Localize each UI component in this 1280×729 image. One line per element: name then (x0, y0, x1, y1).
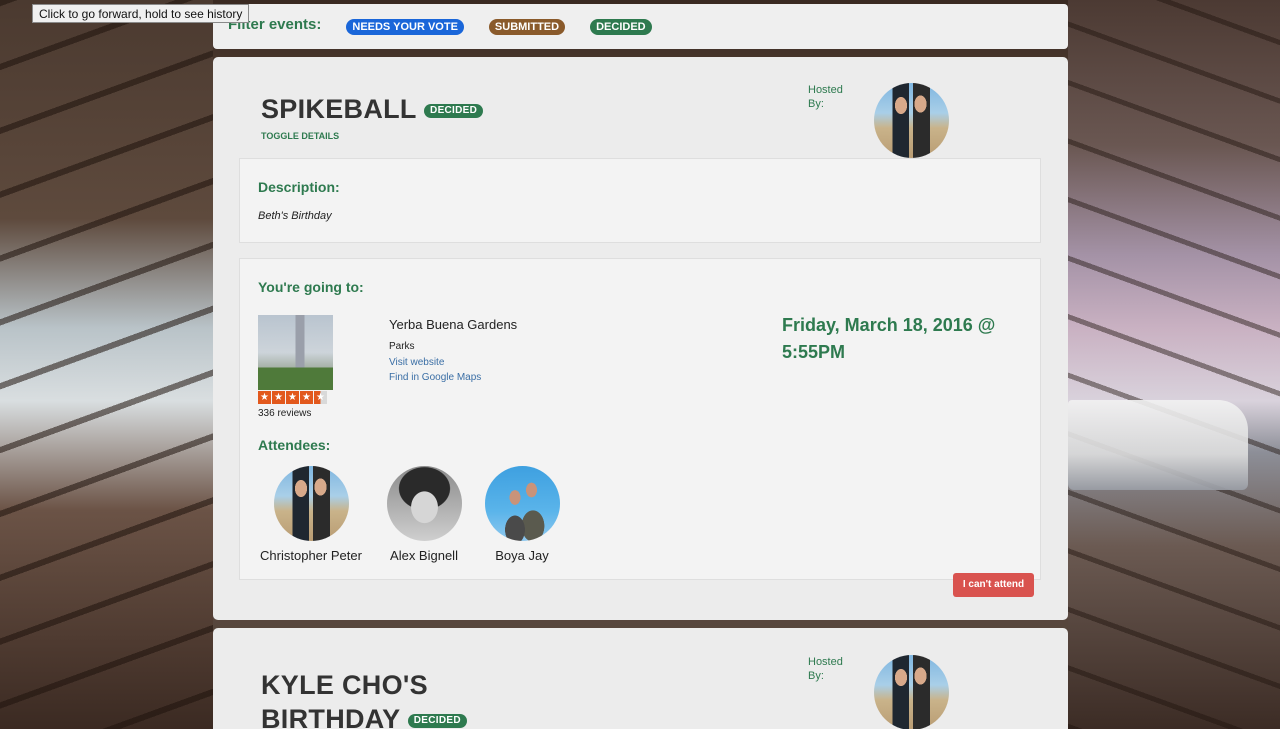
attendee-avatar[interactable] (274, 466, 349, 541)
star-icon: ★ (272, 391, 285, 404)
venue-category: Parks (389, 341, 415, 352)
background-ferry (1068, 400, 1248, 490)
going-heading: You're going to: (258, 279, 364, 295)
filter-bar: Filter events: NEEDS YOUR VOTE SUBMITTED… (213, 4, 1068, 49)
background-left-scene (0, 0, 213, 729)
description-heading: Description: (258, 179, 340, 195)
event-card: KYLE CHO'S BIRTHDAY DECIDED Hosted By: (213, 628, 1068, 729)
host-avatar[interactable] (874, 655, 949, 729)
half-star-icon: ★ (314, 391, 327, 404)
attendee-avatar[interactable] (485, 466, 560, 541)
review-count: 336 reviews (258, 408, 312, 419)
browser-tooltip: Click to go forward, hold to see history (32, 4, 250, 23)
venue-photo[interactable] (258, 315, 333, 390)
google-maps-link[interactable]: Find in Google Maps (389, 372, 481, 383)
star-icon: ★ (300, 391, 313, 404)
filter-decided-pill[interactable]: DECIDED (590, 18, 652, 35)
event-title: KYLE CHO'S BIRTHDAY DECIDED (261, 668, 467, 729)
status-badge: DECIDED (424, 103, 484, 118)
attendee-name: Christopher Peter (260, 548, 362, 563)
star-icon: ★ (258, 391, 271, 404)
event-title-text: SPIKEBALL (261, 94, 417, 124)
going-panel: You're going to: ★ ★ ★ ★ ★ 336 reviews Y… (239, 258, 1041, 580)
hosted-by-label: Hosted By: (808, 656, 843, 682)
attendee-avatar[interactable] (387, 466, 462, 541)
hosted-by-label: Hosted By: (808, 84, 843, 110)
cant-attend-button[interactable]: I can't attend (953, 573, 1034, 597)
background-right-scene (1068, 0, 1280, 729)
host-avatar[interactable] (874, 83, 949, 158)
event-date: Friday, March 18, 2016 @ 5:55PM (782, 315, 996, 362)
visit-website-link[interactable]: Visit website (389, 357, 444, 368)
status-badge: DECIDED (407, 713, 467, 728)
event-title-line1: KYLE CHO'S (261, 670, 428, 700)
event-title: SPIKEBALL DECIDED (261, 94, 484, 125)
star-icon: ★ (286, 391, 299, 404)
toggle-details-link[interactable]: TOGGLE DETAILS (261, 131, 339, 141)
rating-stars: ★ ★ ★ ★ ★ (258, 391, 328, 404)
event-title-line2: BIRTHDAY (261, 704, 400, 729)
attendee-name: Boya Jay (495, 548, 549, 563)
attendees-heading: Attendees: (258, 437, 331, 453)
filter-submitted-pill[interactable]: SUBMITTED (488, 18, 566, 35)
venue-name: Yerba Buena Gardens (389, 317, 518, 332)
event-card: SPIKEBALL DECIDED TOGGLE DETAILS Hosted … (213, 57, 1068, 620)
description-text: Beth's Birthday (258, 210, 332, 222)
description-panel: Description: Beth's Birthday (239, 158, 1041, 243)
filter-needs-vote-pill[interactable]: NEEDS YOUR VOTE (346, 18, 464, 35)
